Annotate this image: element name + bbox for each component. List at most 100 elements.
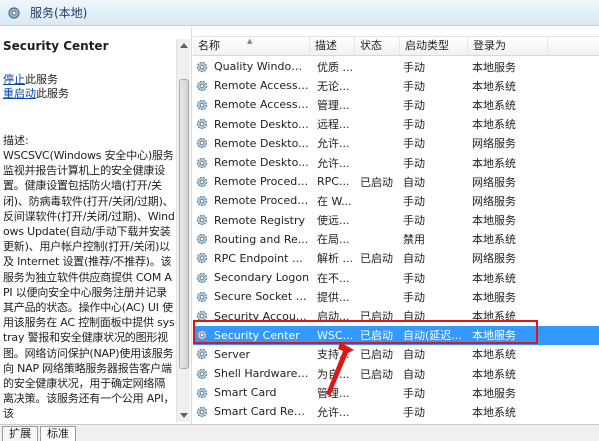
service-name: Remote Deskto... [214, 156, 309, 170]
service-status-cell: 已启动 [360, 367, 393, 381]
gear-icon [196, 157, 208, 168]
service-name-cell: Secure Socket T... [193, 290, 310, 304]
service-startup-type-cell: 自动 [403, 175, 425, 189]
service-log-on-as-cell: 本地服务 [472, 290, 516, 304]
table-row[interactable]: Remote Access ... 无论... 手动 本地系统 [193, 76, 599, 95]
status-bar: 扩展 标准 [0, 424, 599, 441]
table-row[interactable]: Security Center WSC... 已启动 自动(延迟... 本地服务 [193, 325, 599, 345]
service-log-on-as-cell: 网络服务 [472, 137, 516, 151]
service-startup-type-cell: 手动 [403, 79, 425, 93]
table-row[interactable]: Shell Hardware ... 为自... 已启动 自动 本地系统 [193, 364, 599, 383]
table-row[interactable]: Secondary Logon 在不... 手动 本地系统 [193, 268, 599, 287]
service-name-cell: Remote Procedu... [193, 175, 310, 189]
column-header-status[interactable]: 状态 [355, 37, 400, 56]
restart-service-action: 重启动此服务 [3, 87, 175, 101]
column-header-startup-type[interactable]: 启动类型 [400, 37, 468, 56]
service-status-cell: 已启动 [360, 329, 393, 343]
gear-icon [196, 176, 208, 187]
service-description-cell: 允许... [317, 137, 350, 151]
service-startup-type-cell: 自动 [403, 310, 425, 324]
scrollbar-thumb[interactable] [179, 79, 189, 369]
gear-icon [196, 138, 208, 149]
service-startup-type-cell: 手动 [403, 60, 425, 74]
service-description-cell: 在 W... [317, 194, 352, 208]
service-name: RPC Endpoint M... [214, 251, 310, 265]
service-log-on-as-cell: 本地系统 [472, 233, 516, 247]
service-name-cell: Security Account... [193, 309, 310, 323]
service-name: Smart Card [214, 386, 277, 400]
service-name: Quality Windows... [214, 60, 310, 74]
table-row[interactable]: Remote Registry 使远... 手动 本地服务 [193, 211, 599, 230]
table-row[interactable]: Remote Deskto... 允许... 手动 网络服务 [193, 134, 599, 153]
gear-icon [196, 349, 208, 360]
stop-service-link[interactable]: 停止 [3, 73, 25, 86]
gear-icon [196, 234, 208, 245]
service-startup-type-cell: 手动 [403, 386, 425, 400]
table-row[interactable]: Security Account... 启动... 已启动 自动 本地系统 [193, 306, 599, 325]
table-row[interactable]: RPC Endpoint M... 解析 ... 已启动 自动 网络服务 [193, 249, 599, 268]
service-startup-type-cell: 手动 [403, 118, 425, 132]
service-description-cell: 远程... [317, 118, 350, 132]
service-log-on-as-cell: 本地系统 [472, 118, 516, 132]
stop-service-suffix: 此服务 [25, 73, 58, 86]
service-log-on-as-cell: 网络服务 [472, 175, 516, 189]
table-row[interactable]: Remote Procedu... RPC... 已启动 自动 网络服务 [193, 172, 599, 191]
tab-extended[interactable]: 扩展 [2, 426, 38, 441]
table-row[interactable]: Routing and Re... 在局... 禁用 本地系统 [193, 230, 599, 249]
table-row[interactable]: Smart Card 管理... 手动 本地服务 [193, 383, 599, 402]
service-name: Routing and Re... [214, 232, 309, 246]
table-row[interactable]: Remote Deskto... 允许... 手动 本地系统 [193, 153, 599, 172]
table-row[interactable]: Quality Windows... 优质 ... 手动 本地服务 [193, 57, 599, 76]
table-row[interactable]: Server 支持... 已启动 自动 本地系统 [193, 345, 599, 364]
table-row[interactable]: Remote Deskto... 远程... 手动 本地系统 [193, 115, 599, 134]
services-table-body: Quality Windows... 优质 ... 手动 本地服务 Remote Acc… [193, 57, 599, 422]
service-description-cell: 在局... [317, 233, 350, 247]
gear-icon [196, 291, 208, 302]
service-name-cell: Quality Windows... [193, 60, 310, 74]
restart-service-suffix: 此服务 [36, 87, 69, 100]
service-log-on-as-cell: 本地系统 [472, 310, 516, 324]
service-startup-type-cell: 自动 [403, 348, 425, 362]
column-header-log-on-as[interactable]: 登录为 [468, 37, 548, 56]
description-label: 描述: [3, 134, 29, 147]
service-description-cell: 解析 ... [317, 252, 353, 266]
service-log-on-as-cell: 本地系统 [472, 367, 516, 381]
scroll-down-icon[interactable] [180, 413, 188, 418]
scroll-up-icon[interactable] [180, 43, 188, 48]
service-name: Remote Access ... [214, 98, 310, 112]
table-row[interactable]: Remote Access ... 管理... 手动 本地系统 [193, 95, 599, 114]
service-description-cell: 允许... [317, 405, 350, 419]
gear-icon [196, 253, 208, 264]
column-header-description[interactable]: 描述 [310, 37, 355, 56]
service-description-cell: RPC... [317, 175, 350, 189]
table-row[interactable]: Secure Socket T... 提供... 手动 本地服务 [193, 287, 599, 306]
column-header-name[interactable]: ▲ 名称 [193, 37, 310, 56]
service-log-on-as-cell: 本地服务 [472, 386, 516, 400]
service-name: Secondary Logon [214, 271, 310, 285]
service-startup-type-cell: 禁用 [403, 233, 425, 247]
services-list-pane: ▲ 名称 描述 状态 启动类型 登录为 Quality Windows... 优质… [193, 27, 599, 424]
service-name-cell: Shell Hardware ... [193, 367, 310, 381]
service-description-cell: 在不... [317, 271, 350, 285]
tab-standard[interactable]: 标准 [40, 426, 76, 441]
gear-icon [196, 368, 208, 379]
table-row[interactable]: Smart Card Rem... 允许... 手动 本地系统 [193, 402, 599, 421]
service-log-on-as-cell: 本地服务 [472, 214, 516, 228]
restart-service-link[interactable]: 重启动 [3, 87, 36, 100]
service-description-cell: 管理... [317, 98, 350, 112]
service-description-cell: 为自... [317, 367, 350, 381]
gear-icon [196, 272, 208, 283]
service-name: Security Account... [214, 309, 310, 323]
service-startup-type-cell: 自动 [403, 252, 425, 266]
service-name: Remote Deskto... [214, 117, 309, 131]
service-startup-type-cell: 手动 [403, 156, 425, 170]
service-description-cell: 管理... [317, 386, 350, 400]
details-scrollbar[interactable] [176, 39, 190, 422]
service-name-cell: Smart Card Rem... [193, 405, 310, 419]
service-name: Remote Access ... [214, 79, 310, 93]
service-log-on-as-cell: 本地服务 [472, 329, 516, 343]
table-row[interactable]: Remote Procedu... 在 W... 手动 网络服务 [193, 191, 599, 210]
service-description-cell: 支持... [317, 348, 350, 362]
service-description-cell: 无论... [317, 79, 350, 93]
service-name-cell: Smart Card [193, 386, 310, 400]
